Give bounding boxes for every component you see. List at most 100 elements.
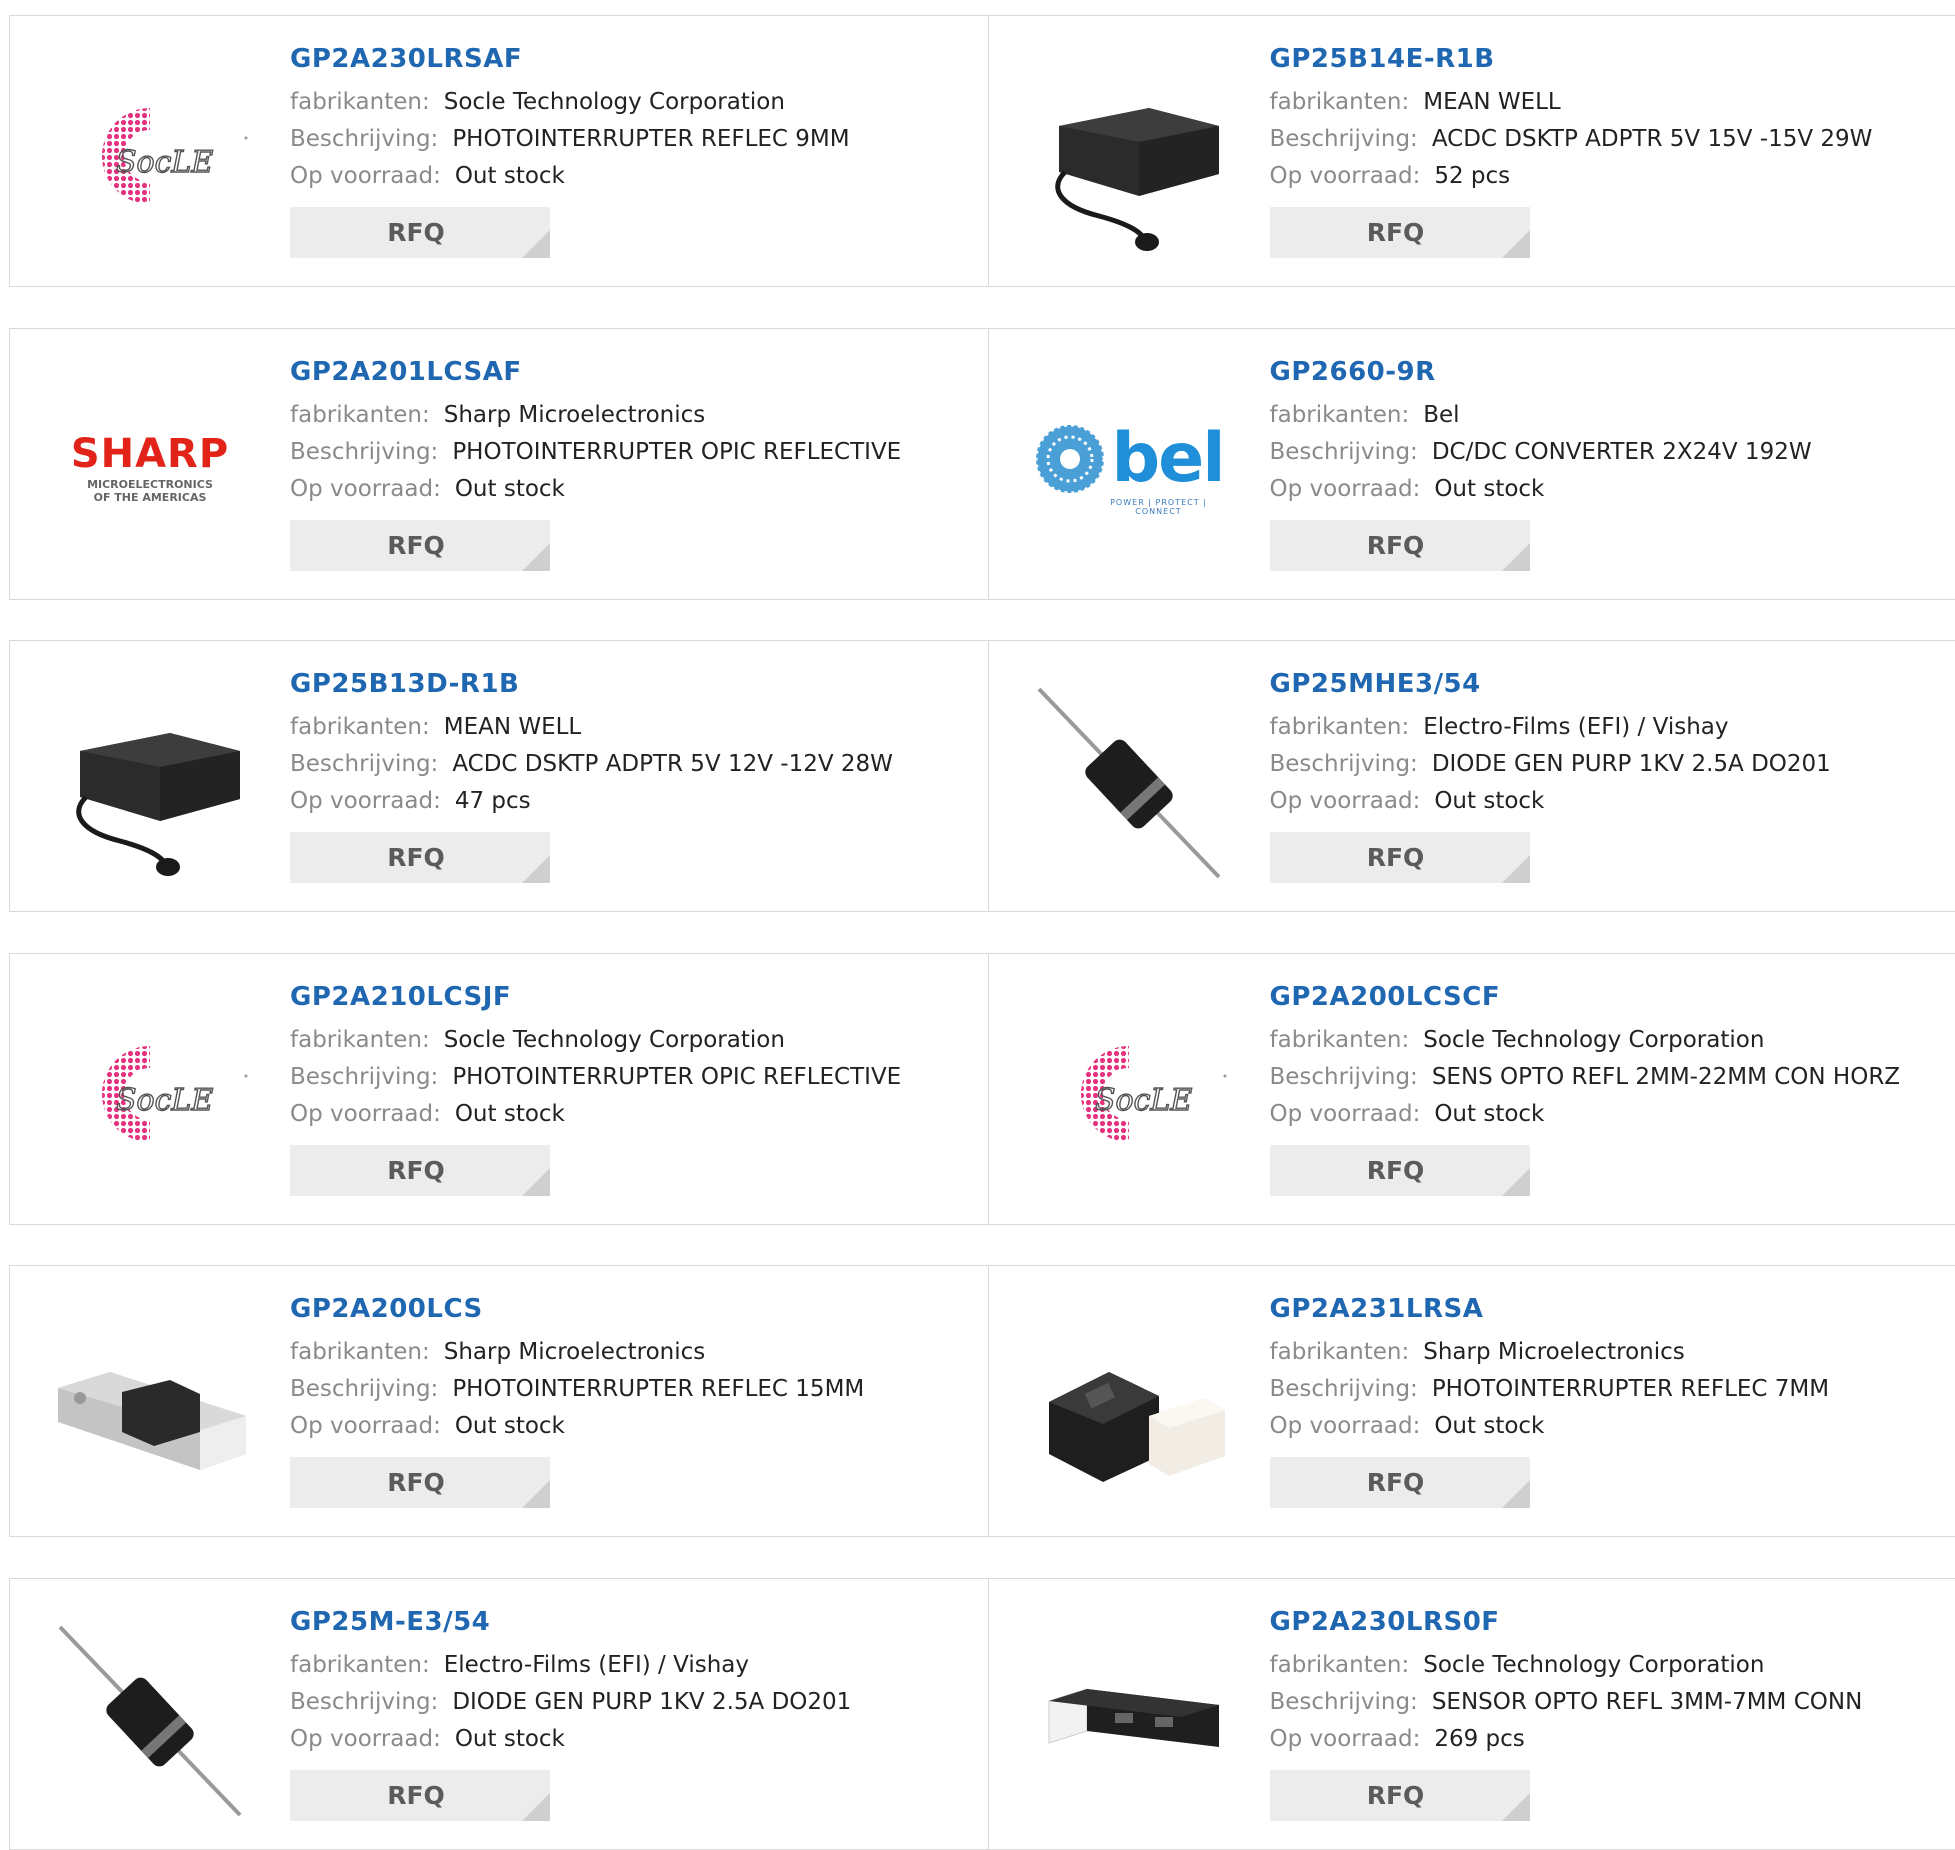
- power-adapter-image: [50, 681, 250, 881]
- description-label: Beschrijving:: [290, 1689, 438, 1715]
- rfq-button[interactable]: RFQ: [1270, 520, 1530, 571]
- corner-triangle-icon: [522, 855, 550, 883]
- description-label: Beschrijving:: [290, 439, 438, 465]
- rfq-button[interactable]: RFQ: [1270, 1770, 1530, 1821]
- description-value: PHOTOINTERRUPTER REFLEC 9MM: [452, 126, 849, 152]
- stock-label: Op voorraad:: [1270, 476, 1421, 502]
- rfq-button[interactable]: RFQ: [290, 1145, 550, 1196]
- rfq-label: RFQ: [1367, 1468, 1425, 1497]
- manufacturer-value: Sharp Microelectronics: [1423, 1339, 1685, 1365]
- product-image[interactable]: SHARP MICROELECTRONICS OF THE AMERICAS: [50, 369, 250, 569]
- stock-value: Out stock: [455, 1726, 565, 1752]
- manufacturer-value: Socle Technology Corporation: [1423, 1652, 1764, 1678]
- description-value: PHOTOINTERRUPTER REFLEC 15MM: [452, 1376, 864, 1402]
- manufacturer-value: Sharp Microelectronics: [444, 402, 706, 428]
- stock-line: Op voorraad: Out stock: [290, 1408, 864, 1445]
- part-number-link[interactable]: GP2A230LRSAF: [290, 44, 850, 84]
- part-number-link[interactable]: GP2A230LRS0F: [1270, 1607, 1863, 1647]
- part-number-link[interactable]: GP2A200LCSCF: [1270, 982, 1901, 1022]
- part-number-link[interactable]: GP2A200LCS: [290, 1294, 864, 1334]
- stock-line: Op voorraad:269 pcs: [1270, 1721, 1863, 1758]
- product-card: GP2A200LCSCF fabrikanten:Socle Technolog…: [988, 954, 1955, 1224]
- description-line: Beschrijving:PHOTOINTERRUPTER OPIC REFLE…: [290, 434, 901, 471]
- product-card: GP2A230LRS0F fabrikanten: Socle Technolog…: [988, 1579, 1955, 1849]
- corner-triangle-icon: [1502, 1480, 1530, 1508]
- rfq-label: RFQ: [1367, 1156, 1425, 1185]
- rfq-button[interactable]: RFQ: [1270, 1457, 1530, 1508]
- description-value: SENS OPTO REFL 2MM-22MM CON HORZ: [1432, 1064, 1900, 1090]
- part-number-link[interactable]: GP25B13D-R1B: [290, 669, 893, 709]
- manufacturer-line: fabrikanten:MEAN WELL: [1270, 84, 1873, 121]
- corner-triangle-icon: [522, 230, 550, 258]
- part-number-link[interactable]: GP25MHE3/54: [1270, 669, 1831, 709]
- product-image[interactable]: [50, 56, 250, 256]
- rfq-button[interactable]: RFQ: [290, 832, 550, 883]
- corner-triangle-icon: [1502, 1793, 1530, 1821]
- description-line: Beschrijving:PHOTOINTERRUPTER REFLEC 15M…: [290, 1371, 864, 1408]
- stock-line: Op voorraad: Out stock: [1270, 1408, 1830, 1445]
- product-image[interactable]: [50, 1306, 250, 1506]
- rfq-button[interactable]: RFQ: [290, 1770, 550, 1821]
- product-row: GP25B13D-R1B fabrikanten:MEAN WELL Besch…: [9, 640, 1955, 912]
- description-value: DC/DC CONVERTER 2X24V 192W: [1432, 439, 1812, 465]
- product-image[interactable]: [1029, 994, 1229, 1194]
- stock-label: Op voorraad:: [1270, 1413, 1421, 1439]
- product-row: GP2A200LCS fabrikanten:Sharp Microelectr…: [9, 1265, 1955, 1537]
- stock-label: Op voorraad:: [290, 788, 441, 814]
- stock-value: Out stock: [1434, 788, 1544, 814]
- part-number-link[interactable]: GP2A201LCSAF: [290, 357, 901, 397]
- stock-value: 52 pcs: [1434, 163, 1510, 189]
- part-number-link[interactable]: GP2A231LRSA: [1270, 1294, 1830, 1334]
- corner-triangle-icon: [1502, 543, 1530, 571]
- description-label: Beschrijving:: [290, 751, 438, 777]
- stock-line: Op voorraad:Out stock: [1270, 783, 1831, 820]
- product-image[interactable]: bel POWER | PROTECT | CONNECT: [1029, 369, 1229, 569]
- rfq-label: RFQ: [387, 531, 445, 560]
- stock-line: Op voorraad:Out stock: [290, 1096, 901, 1133]
- rfq-label: RFQ: [387, 1781, 445, 1810]
- rfq-button[interactable]: RFQ: [1270, 1145, 1530, 1196]
- stock-value: Out stock: [455, 1101, 565, 1127]
- stock-label: Op voorraad:: [290, 163, 441, 189]
- stock-value: Out stock: [455, 163, 565, 189]
- rfq-label: RFQ: [1367, 531, 1425, 560]
- part-number-link[interactable]: GP25B14E-R1B: [1270, 44, 1873, 84]
- part-number-link[interactable]: GP2660-9R: [1270, 357, 1812, 397]
- sensor-image: [1029, 1619, 1229, 1819]
- description-label: Beschrijving:: [1270, 1064, 1418, 1090]
- part-number-link[interactable]: GP2A210LCSJF: [290, 982, 901, 1022]
- product-image[interactable]: [1029, 56, 1229, 256]
- stock-value: Out stock: [1434, 1101, 1544, 1127]
- bel-globe-icon: [1033, 422, 1107, 496]
- stock-label: Op voorraad:: [290, 1413, 441, 1439]
- description-value: PHOTOINTERRUPTER REFLEC 7MM: [1432, 1376, 1829, 1402]
- rfq-label: RFQ: [387, 1156, 445, 1185]
- product-card: GP2A230LRSAF fabrikanten:Socle Technolog…: [10, 16, 988, 286]
- rfq-button[interactable]: RFQ: [290, 207, 550, 258]
- rfq-button[interactable]: RFQ: [1270, 832, 1530, 883]
- product-card: GP2A200LCS fabrikanten:Sharp Microelectr…: [10, 1266, 988, 1536]
- product-image[interactable]: [50, 1619, 250, 1819]
- rfq-button[interactable]: RFQ: [290, 1457, 550, 1508]
- rfq-button[interactable]: RFQ: [290, 520, 550, 571]
- stock-label: Op voorraad:: [1270, 1101, 1421, 1127]
- manufacturer-value: Socle Technology Corporation: [1423, 1027, 1764, 1053]
- description-line: Beschrijving:DIODE GEN PURP 1KV 2.5A DO2…: [1270, 746, 1831, 783]
- diode-image: [1029, 681, 1229, 881]
- stock-value: Out stock: [455, 1413, 565, 1439]
- description-line: Beschrijving:PHOTOINTERRUPTER REFLEC 9MM: [290, 121, 850, 158]
- stock-value: 47 pcs: [455, 788, 531, 814]
- product-image[interactable]: [1029, 681, 1229, 881]
- product-image[interactable]: [1029, 1619, 1229, 1819]
- stock-value: Out stock: [1434, 1413, 1544, 1439]
- stock-label: Op voorraad:: [290, 1726, 441, 1752]
- part-number-link[interactable]: GP25M-E3/54: [290, 1607, 851, 1647]
- description-value: PHOTOINTERRUPTER OPIC REFLECTIVE: [452, 1064, 901, 1090]
- product-image[interactable]: [50, 994, 250, 1194]
- product-image[interactable]: [1029, 1306, 1229, 1506]
- rfq-button[interactable]: RFQ: [1270, 207, 1530, 258]
- manufacturer-label: fabrikanten:: [1270, 1652, 1410, 1678]
- manufacturer-line: fabrikanten:MEAN WELL: [290, 709, 893, 746]
- product-image[interactable]: [50, 681, 250, 881]
- corner-triangle-icon: [1502, 855, 1530, 883]
